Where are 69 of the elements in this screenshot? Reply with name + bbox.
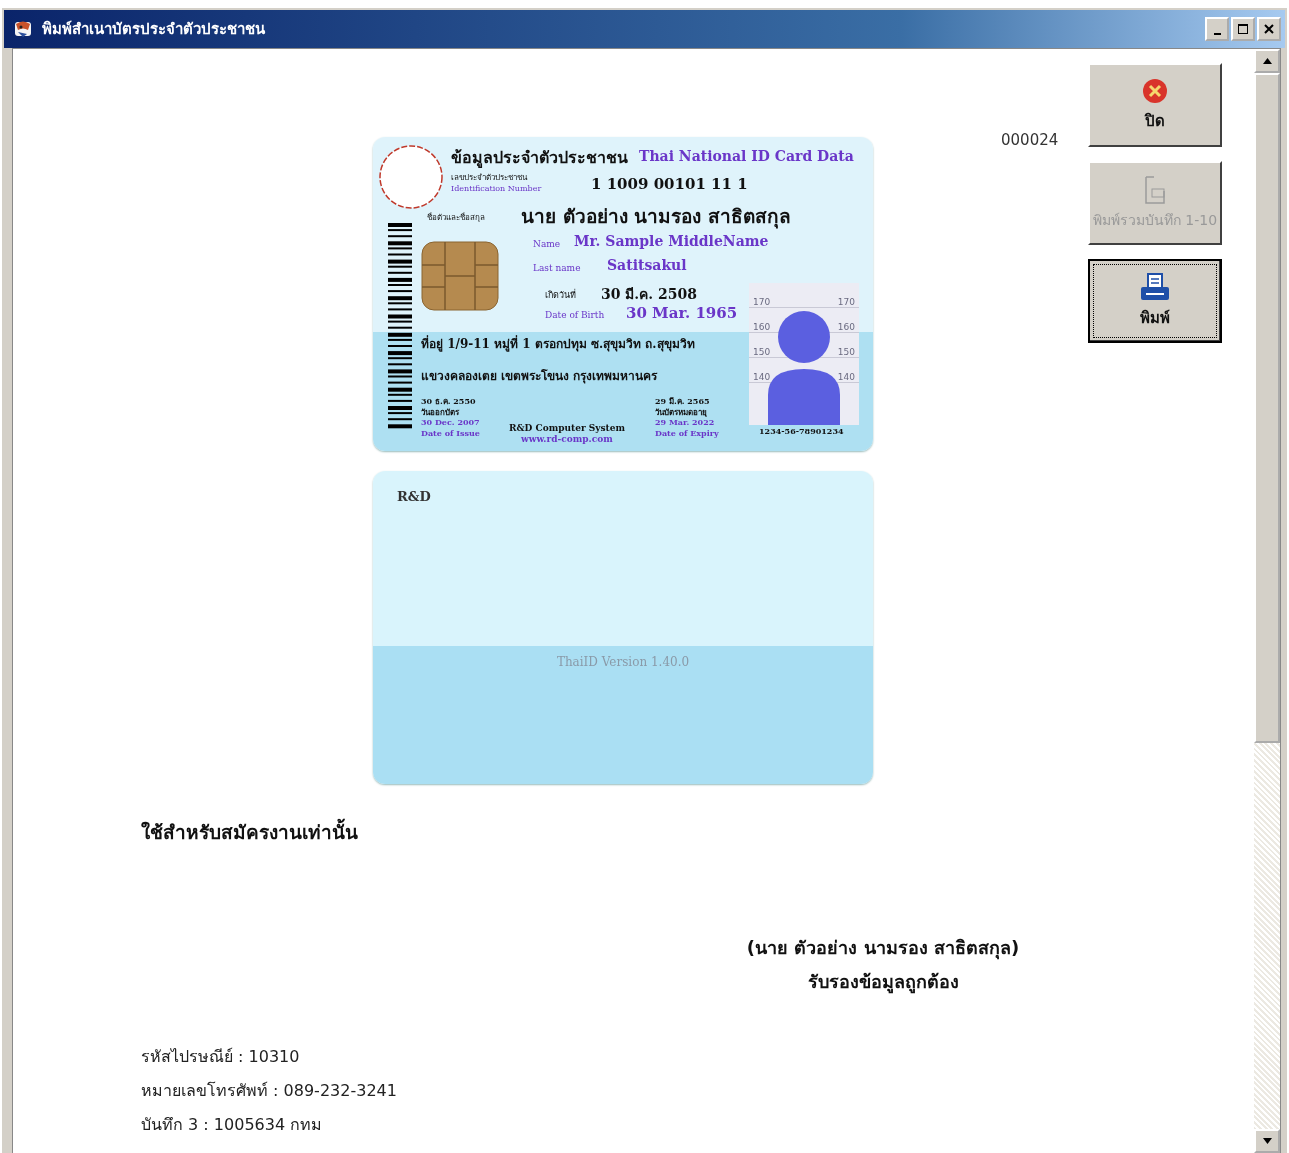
issue-date: 30 ธ.ค. 2550 [421, 396, 477, 407]
chip-icon [421, 241, 499, 311]
app-icon [12, 19, 34, 39]
last-name: Satitsakul [607, 257, 687, 273]
field-label: วันบัตรหมดอายุ [655, 406, 708, 417]
issuer-name: R&D Computer System [509, 423, 626, 434]
window-title: พิมพ์สำเนาบัตรประจำตัวประชาชน [42, 19, 266, 40]
height-mark: 170 [837, 297, 855, 307]
height-mark: 140 [837, 372, 855, 382]
signature-name: (นาย ตัวอย่าง นามรอง สาธิตสกุล) [746, 936, 1020, 960]
field-label: เกิดวันที่ [545, 288, 576, 302]
maximize-icon [1237, 23, 1249, 35]
birth-date: 30 มี.ค. 2508 [601, 285, 697, 304]
height-mark: 170 [753, 297, 771, 307]
signature-caption: รับรองข้อมูลถูกต้อง [807, 970, 959, 994]
field-label: วันออกบัตร [421, 406, 460, 417]
version-label: ThaiID Version 1.40.0 [555, 655, 691, 669]
detail-value: 1005634 กทม [213, 1115, 323, 1134]
close-button[interactable]: ปิด [1088, 63, 1222, 147]
close-icon [1141, 77, 1169, 105]
scroll-up-button[interactable] [1254, 49, 1280, 73]
scroll-thumb[interactable] [1254, 73, 1280, 743]
card-title: ข้อมูลประจำตัวประชาชน [451, 147, 628, 170]
minimize-icon [1213, 32, 1221, 35]
minimize-button[interactable] [1205, 17, 1229, 41]
printer-icon [1139, 272, 1171, 302]
field-label: Name [533, 239, 561, 249]
down-arrow-icon [1262, 1138, 1272, 1144]
brand-label: R&D [397, 489, 431, 504]
address: แขวงคลองเตย เขตพระโขนง กรุงเทพมหานคร [421, 368, 658, 385]
expiry-date: 29 Mar. 2022 [655, 417, 716, 428]
height-mark: 160 [837, 322, 855, 332]
close-button[interactable] [1257, 17, 1281, 41]
scroll-down-button[interactable] [1254, 1129, 1280, 1153]
thai-name: นาย ตัวอย่าง นามรอง สาธิตสกุล [521, 204, 791, 231]
close-icon [1263, 23, 1275, 35]
issue-date: 30 Dec. 2007 [421, 417, 480, 428]
print-button[interactable]: พิมพ์ [1088, 259, 1222, 343]
purpose-note: ใช้สำหรับสมัครงานเท่านั้น [141, 820, 1088, 844]
birth-date: 30 Mar. 1965 [626, 304, 738, 322]
detail-value: 10310 [248, 1047, 300, 1066]
height-mark: 150 [837, 347, 855, 357]
address: ที่อยู่ 1/9-11 หมู่ที่ 1 ตรอกปทุม ซ.สุขุมวิท ถ.สุขุมวิท [421, 334, 695, 353]
card-title: Thai National ID Card Data [639, 148, 854, 164]
serial-number: 1234-56-78901234 [759, 426, 844, 436]
field-label: Last name [533, 263, 581, 273]
issuer-website: www.rd-comp.com [520, 433, 614, 444]
maximize-button[interactable] [1231, 17, 1255, 41]
detail-label: รหัสไปรษณีย์ : [141, 1047, 244, 1066]
detail-label: หมายเลขโทรศัพท์ : [141, 1081, 279, 1100]
field-label: Date of Issue [421, 427, 480, 438]
english-name: Mr. Sample MiddleName [574, 233, 769, 249]
seal-circle-icon [378, 144, 444, 210]
id-number: 1 1009 00101 11 1 [591, 175, 748, 193]
field-label: เลขประจำตัวประชาชน [451, 172, 527, 184]
document-icon [1142, 175, 1168, 205]
detail-label: บันทึก 3 : [141, 1115, 209, 1134]
height-mark: 150 [753, 347, 771, 357]
expiry-date: 29 มี.ค. 2565 [655, 396, 711, 407]
detail-value: 089-232-3241 [283, 1081, 397, 1100]
field-label: Date of Expiry [655, 427, 719, 438]
height-mark: 160 [753, 322, 771, 332]
up-arrow-icon [1262, 58, 1272, 64]
record-number: 000024 [1001, 131, 1059, 149]
field-label: Identification Number [451, 184, 542, 193]
vertical-scrollbar[interactable] [1254, 49, 1280, 1153]
field-label: Date of Birth [545, 310, 605, 320]
height-mark: 140 [753, 372, 771, 382]
field-label: ชื่อตัวและชื่อสกุล [427, 211, 485, 224]
